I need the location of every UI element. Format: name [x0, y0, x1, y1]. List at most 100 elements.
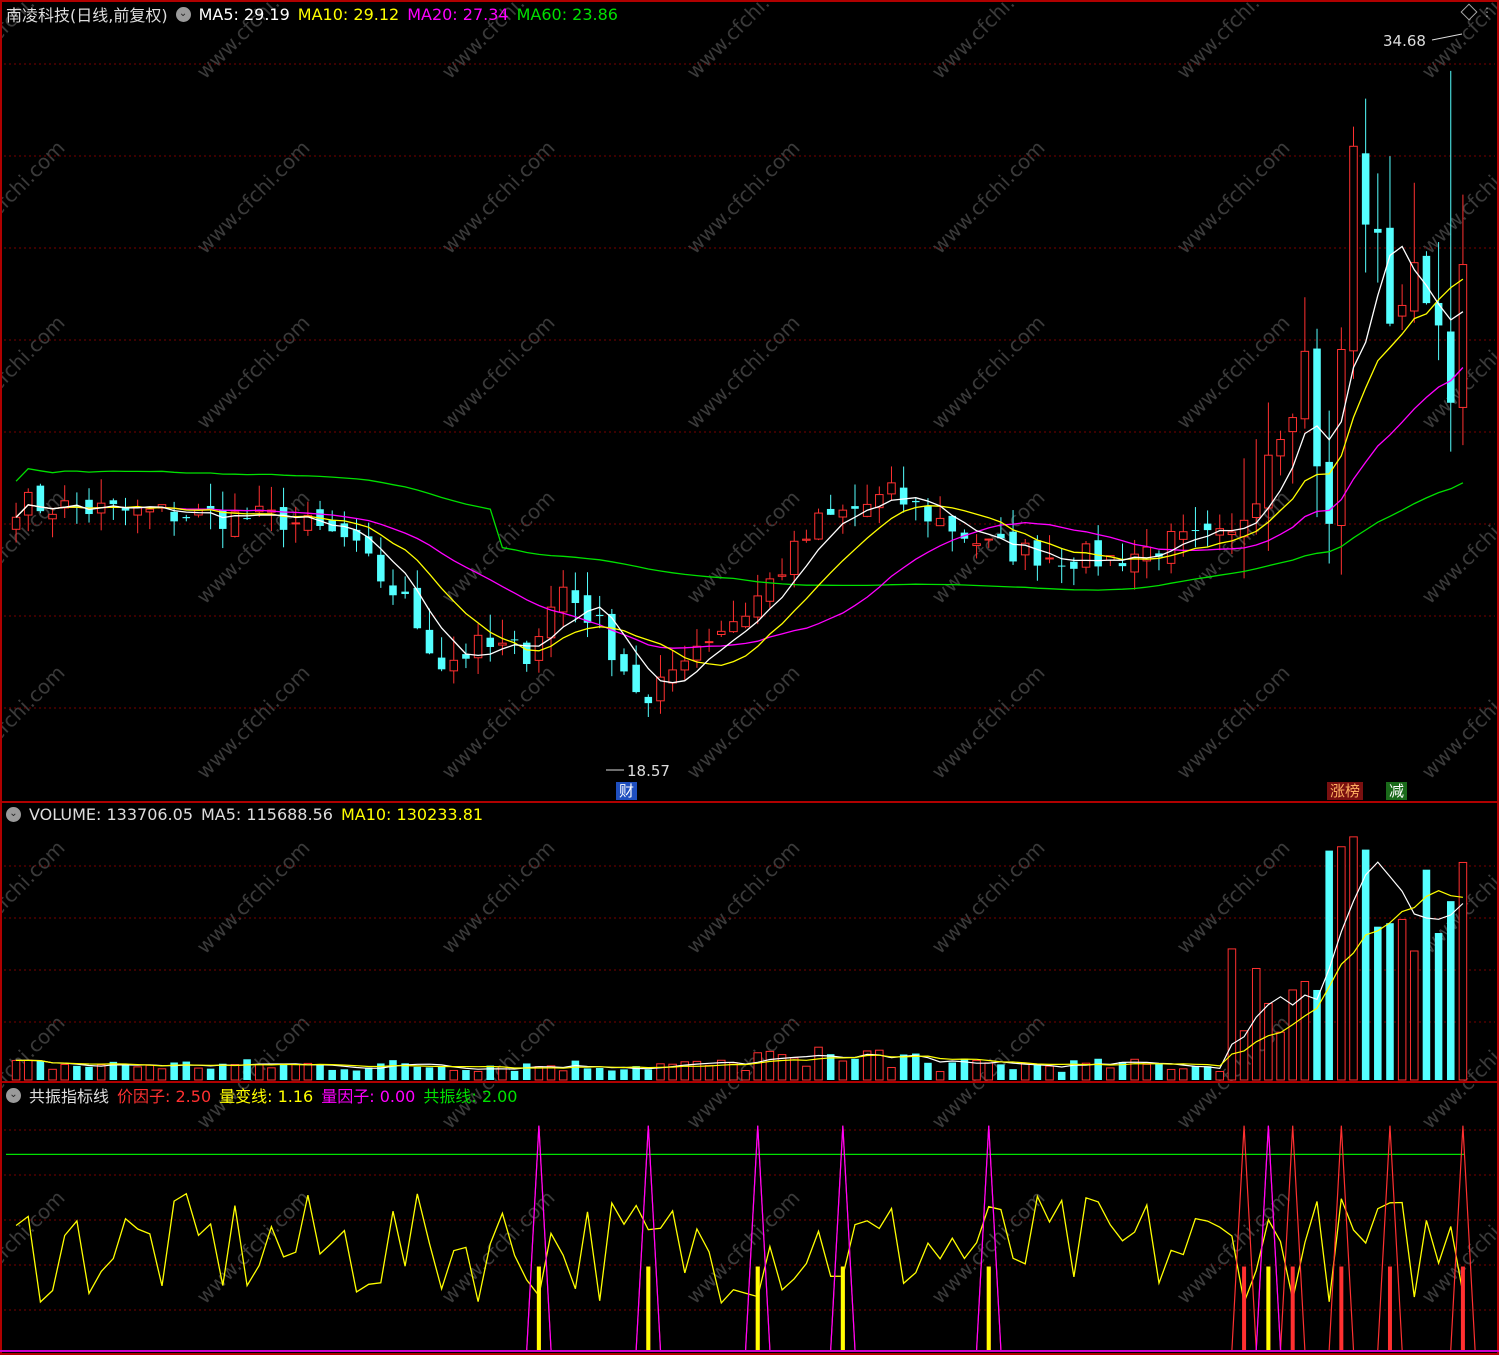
watermark-text: www.cfchi.com [1417, 486, 1499, 609]
volume-change-value: 量变线: 1.16 [219, 1087, 314, 1106]
volume-bar-up [1142, 1063, 1152, 1081]
candle-body-down [486, 637, 495, 647]
volume-bar-up [194, 1067, 203, 1081]
candle-body-down [510, 639, 519, 641]
watermark-text: www.cfchi.com [192, 136, 315, 259]
volume-bar-up [48, 1068, 57, 1081]
watermark-text: www.cfchi.com [437, 1186, 560, 1309]
top-gainer-tag[interactable]: 涨榜 [1327, 782, 1364, 800]
volume-bar-down [583, 1068, 592, 1080]
watermark-text: www.cfchi.com [1172, 661, 1295, 784]
watermark-text: www.cfchi.com [1417, 1186, 1499, 1309]
candle-body-down [1325, 461, 1333, 524]
candle-body-up [753, 595, 763, 618]
volume-bar-up [1397, 918, 1407, 1081]
candle-body-up [692, 645, 702, 661]
volume-bar-up [230, 1064, 240, 1081]
watermark-text: www.cfchi.com [0, 486, 70, 609]
volume-bar-up [1337, 846, 1346, 1081]
low-price-label: 18.57 [627, 762, 670, 780]
volume-bar-up [60, 1063, 69, 1081]
volume-bar-down [425, 1067, 434, 1080]
volume-bar-up [96, 1064, 106, 1081]
volume-bar-up [838, 1060, 848, 1081]
candle-body-up [729, 621, 738, 633]
volume-ma5-value: MA5: 115688.56 [201, 804, 333, 824]
candle-body-up [984, 538, 994, 541]
volume-bar-down [328, 1069, 336, 1080]
volume-bar-up [1276, 1031, 1285, 1081]
candle-body-up [11, 516, 21, 530]
stock-title[interactable]: 南凌科技(日线,前复权) [6, 2, 168, 26]
ma10-value: MA10: 29.12 [297, 4, 400, 24]
ma60-value: MA60: 23.86 [516, 4, 618, 24]
watermark-text: www.cfchi.com [1417, 311, 1499, 434]
watermark-text: www.cfchi.com [0, 836, 70, 959]
volume-bar-down [413, 1066, 422, 1080]
volume-bar-up [1020, 1063, 1030, 1081]
high-price-label: 34.68 [1383, 32, 1426, 50]
finance-event-tag[interactable]: 财 [616, 782, 638, 800]
candle-body-down [1386, 227, 1394, 324]
candle-body-down [170, 511, 178, 522]
chevron-down-icon[interactable]: ⌄ [175, 6, 191, 22]
ma20-value: MA20: 27.34 [407, 4, 509, 24]
price-factor-bar [1290, 1266, 1295, 1350]
candle-body-down [1313, 348, 1321, 467]
volume-factor-value: 量因子: 0.00 [321, 1087, 416, 1106]
candle-body-down [1434, 302, 1443, 326]
volume-bar-down [1374, 926, 1382, 1080]
watermark-text: www.cfchi.com [1172, 486, 1295, 609]
candle-body-up [887, 482, 896, 495]
chevron-down-icon[interactable]: ⌄ [6, 806, 21, 822]
indicator-legend: ⌄ 共振指标线 价因子: 2.50 量变线: 1.16 量因子: 0.00 共振… [6, 1084, 517, 1106]
volume-bar-down [644, 1069, 653, 1080]
volume-bar-up [984, 1062, 994, 1081]
watermark-text: www.cfchi.com [192, 311, 315, 434]
volume-bar-up [11, 1059, 21, 1081]
candle-body-up [1288, 417, 1297, 433]
watermark-text: www.cfchi.com [192, 1186, 315, 1309]
volume-bar-up [133, 1066, 142, 1081]
candle-body-down [644, 696, 653, 704]
watermark-text: www.cfchi.com [1172, 0, 1295, 84]
candle-body-up [1300, 350, 1310, 420]
candle-body-down [1361, 153, 1370, 225]
watermark-text: www.cfchi.com [682, 311, 805, 434]
volume-bar-down [1422, 869, 1431, 1080]
volume-bar-up [1179, 1068, 1188, 1081]
chevron-down-icon[interactable]: ⌄ [6, 1087, 21, 1103]
candle-body-up [473, 634, 483, 659]
candle-body-down [595, 614, 604, 617]
candle-body-down [1009, 531, 1017, 562]
watermark-text: www.cfchi.com [1172, 136, 1295, 259]
chart-canvas[interactable]: www.cfchi.com www.cfchi.com www.cfchi.com w… [0, 0, 1499, 1355]
watermark-text: www.cfchi.com [927, 311, 1050, 434]
volume-bar-up [935, 1071, 945, 1081]
volume-bar-up [656, 1063, 665, 1081]
candle-body-down [1374, 228, 1382, 233]
menu-icon[interactable]: ⋮ [1481, 5, 1493, 19]
indicator-name[interactable]: 共振指标线 [29, 1083, 109, 1107]
resonance-bar [646, 1266, 651, 1350]
volume-bar-down [316, 1064, 324, 1080]
candle-body-down [1446, 331, 1455, 403]
candle-body-down [912, 500, 920, 503]
volume-bar-down [36, 1060, 45, 1080]
candle-body-down [364, 536, 373, 554]
candle-body-down [924, 505, 932, 522]
candle-body-up [814, 512, 823, 540]
candle-body-up [546, 606, 556, 639]
candle-body-up [935, 517, 945, 527]
reduce-holding-tag[interactable]: 减 [1386, 782, 1408, 800]
volume-bar-down [912, 1053, 920, 1080]
volume-value: VOLUME: 133706.05 [29, 804, 193, 824]
volume-bar-up [1106, 1067, 1115, 1081]
candle-body-down [571, 590, 580, 604]
candle-body-up [1276, 439, 1285, 457]
watermark-layer: www.cfchi.com www.cfchi.com www.cfchi.com w… [0, 0, 1499, 1309]
candle-body-up [1166, 530, 1176, 564]
watermark-text: www.cfchi.com [192, 661, 315, 784]
volume-bar-down [486, 1065, 495, 1080]
volume-bar-down [1057, 1071, 1066, 1080]
